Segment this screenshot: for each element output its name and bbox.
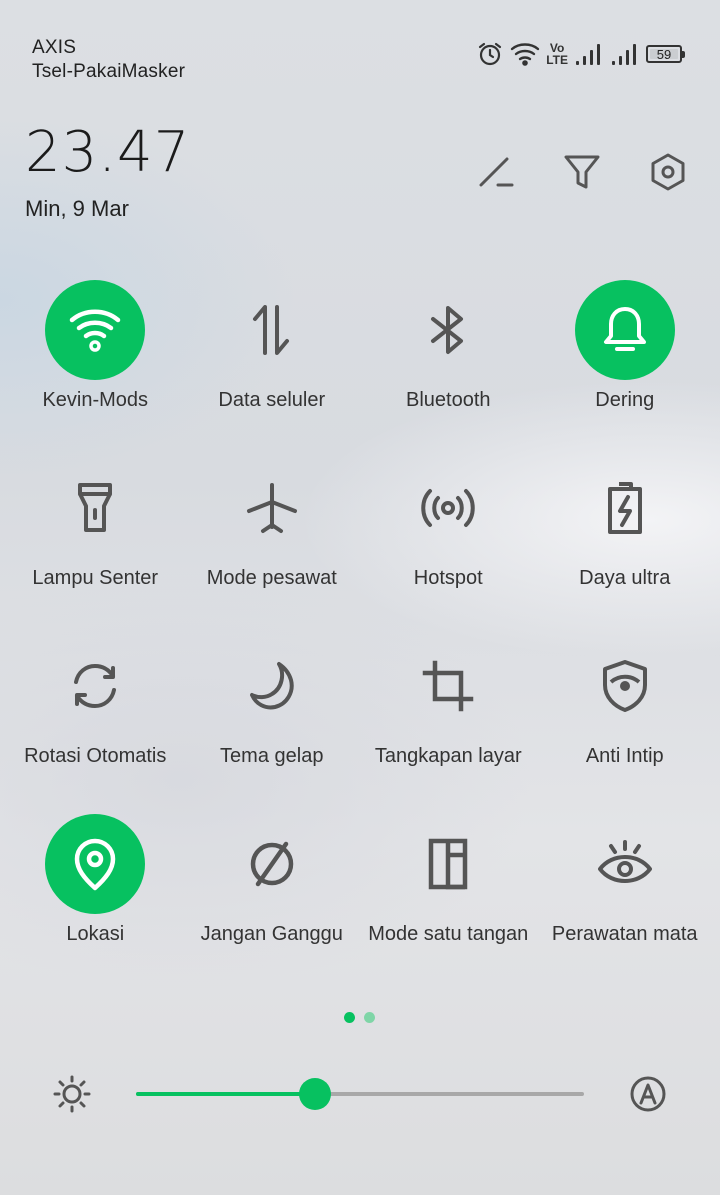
date-text: Min, 9 Mar xyxy=(25,196,129,221)
one-hand-icon xyxy=(429,838,468,890)
settings-button[interactable] xyxy=(646,148,690,196)
header-actions xyxy=(474,148,690,196)
location-icon xyxy=(75,838,116,891)
tile-label: Daya ultra xyxy=(579,567,671,589)
volte-bottom-text: LTE xyxy=(546,53,568,67)
tile-one-hand-mode-button[interactable] xyxy=(398,814,498,914)
tile-wifi-button[interactable] xyxy=(45,280,146,380)
tile-hotspot[interactable]: Hotspot xyxy=(360,458,537,636)
tile-ring[interactable]: Dering xyxy=(537,280,714,458)
tile-location[interactable]: Lokasi xyxy=(7,814,184,992)
bluetooth-icon xyxy=(431,306,464,354)
tile-eye-care[interactable]: Perawatan mata xyxy=(537,814,714,992)
tile-label: Data seluler xyxy=(218,389,326,411)
tile-screenshot-button[interactable] xyxy=(398,636,498,736)
tile-label: Perawatan mata xyxy=(551,923,698,945)
tile-eye-care-button[interactable] xyxy=(575,814,675,914)
airplane-icon xyxy=(246,483,297,533)
wifi-icon xyxy=(510,41,540,67)
tile-mobile-data-button[interactable] xyxy=(222,280,322,380)
moon-icon xyxy=(249,662,294,710)
tile-label: Lokasi xyxy=(66,923,125,945)
edit-button[interactable] xyxy=(474,148,518,196)
tile-label: Rotasi Otomatis xyxy=(24,745,167,767)
tile-bluetooth[interactable]: Bluetooth xyxy=(360,280,537,458)
tile-label: Bluetooth xyxy=(405,389,491,411)
flashlight-icon xyxy=(78,483,113,532)
tile-label: Dering xyxy=(595,389,655,411)
clock-time: 23.47 xyxy=(25,120,191,185)
shield-eye-icon xyxy=(602,660,647,712)
battery-saver-icon xyxy=(607,482,642,534)
filter-button[interactable] xyxy=(560,148,604,196)
brightness-fill xyxy=(136,1092,316,1096)
tile-dark-theme[interactable]: Tema gelap xyxy=(184,636,361,814)
tile-dark-theme-button[interactable] xyxy=(222,636,322,736)
tile-ring-button[interactable] xyxy=(574,280,675,380)
tile-anti-peep[interactable]: Anti Intip xyxy=(537,636,714,814)
page-indicator xyxy=(344,1012,375,1023)
wifi-icon xyxy=(70,309,121,352)
rotate-icon xyxy=(74,664,117,708)
alarm-icon xyxy=(476,40,504,68)
tile-hotspot-button[interactable] xyxy=(398,458,498,558)
tile-label: Mode pesawat xyxy=(206,567,337,589)
tile-location-button[interactable] xyxy=(45,814,146,914)
battery-icon: 59 xyxy=(646,45,685,63)
sun-icon xyxy=(53,1075,91,1113)
tile-label: Tema gelap xyxy=(220,745,324,767)
tile-auto-rotate-button[interactable] xyxy=(45,636,145,736)
tile-bluetooth-button[interactable] xyxy=(398,280,498,380)
brightness-slider[interactable] xyxy=(136,1078,584,1110)
crop-icon xyxy=(423,660,474,712)
status-icons: Vo LTE 59 xyxy=(476,40,686,68)
do-not-disturb-icon xyxy=(250,841,293,887)
battery-level: 59 xyxy=(656,46,672,62)
carrier-name-secondary: Tsel-PakaiMasker xyxy=(32,61,186,82)
page-dot-active[interactable] xyxy=(344,1012,355,1023)
bell-icon xyxy=(603,307,646,351)
signal-icon xyxy=(610,42,640,66)
tile-anti-peep-button[interactable] xyxy=(575,636,675,736)
tile-mobile-data[interactable]: Data seluler xyxy=(184,280,361,458)
tile-label: Mode satu tangan xyxy=(368,923,529,945)
filter-icon xyxy=(564,155,600,189)
auto-brightness-icon[interactable] xyxy=(628,1074,668,1114)
tile-screenshot[interactable]: Tangkapan layar xyxy=(360,636,537,814)
mobile-data-icon xyxy=(252,305,289,355)
carrier-name-primary: AXIS xyxy=(32,37,77,58)
tile-wifi[interactable]: Kevin-Mods xyxy=(7,280,184,458)
tile-label: Lampu Senter xyxy=(32,567,159,589)
tile-label: Jangan Ganggu xyxy=(200,923,343,945)
tile-label: Kevin-Mods xyxy=(42,389,149,411)
tile-one-hand-mode[interactable]: Mode satu tangan xyxy=(360,814,537,992)
tile-airplane[interactable]: Mode pesawat xyxy=(184,458,361,636)
volte-icon: Vo LTE xyxy=(546,42,568,66)
tile-label: Tangkapan layar xyxy=(374,745,522,767)
brightness-thumb[interactable] xyxy=(299,1078,332,1110)
signal-icon xyxy=(574,42,604,66)
tile-ultra-power-button[interactable] xyxy=(575,458,675,558)
quick-settings-grid: Kevin-Mods Data seluler Bluetooth Dering xyxy=(7,280,713,992)
tile-ultra-power[interactable]: Daya ultra xyxy=(537,458,714,636)
edit-icon xyxy=(479,157,514,187)
settings-icon xyxy=(651,153,685,191)
tile-auto-rotate[interactable]: Rotasi Otomatis xyxy=(7,636,184,814)
tile-do-not-disturb-button[interactable] xyxy=(222,814,322,914)
tile-airplane-button[interactable] xyxy=(222,458,322,558)
tile-flashlight-button[interactable] xyxy=(45,458,145,558)
tile-label: Hotspot xyxy=(413,567,483,589)
eye-icon xyxy=(597,840,652,883)
tile-do-not-disturb[interactable]: Jangan Ganggu xyxy=(184,814,361,992)
hotspot-icon xyxy=(421,489,475,527)
tile-label: Anti Intip xyxy=(585,745,664,767)
page-dot[interactable] xyxy=(364,1012,375,1023)
tile-flashlight[interactable]: Lampu Senter xyxy=(7,458,184,636)
